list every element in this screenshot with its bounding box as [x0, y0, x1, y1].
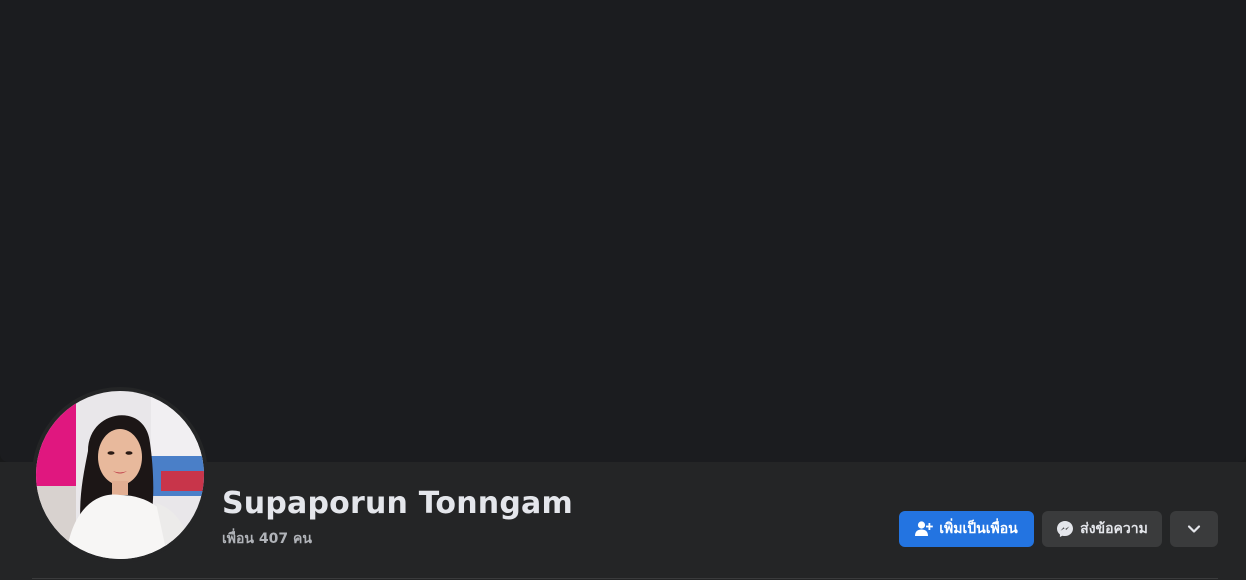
- add-friend-label: เพิ่มเป็นเพื่อน: [939, 521, 1018, 537]
- profile-page: Supaporun Tonngam เพื่อน 407 คน เพิ่มเป็…: [0, 0, 1246, 580]
- person-add-icon: [915, 520, 934, 538]
- divider: [32, 578, 1218, 579]
- more-options-button[interactable]: [1170, 511, 1218, 547]
- cover-photo[interactable]: [0, 0, 1246, 462]
- add-friend-button[interactable]: เพิ่มเป็นเพื่อน: [899, 511, 1034, 547]
- avatar-image: [36, 391, 204, 559]
- profile-avatar[interactable]: [36, 391, 204, 559]
- friends-count[interactable]: เพื่อน 407 คน: [222, 528, 312, 550]
- profile-name: Supaporun Tonngam: [222, 486, 573, 521]
- send-message-button[interactable]: ส่งข้อความ: [1042, 511, 1162, 547]
- send-message-label: ส่งข้อความ: [1080, 521, 1148, 537]
- messenger-icon: [1056, 520, 1074, 538]
- chevron-down-icon: [1187, 524, 1201, 534]
